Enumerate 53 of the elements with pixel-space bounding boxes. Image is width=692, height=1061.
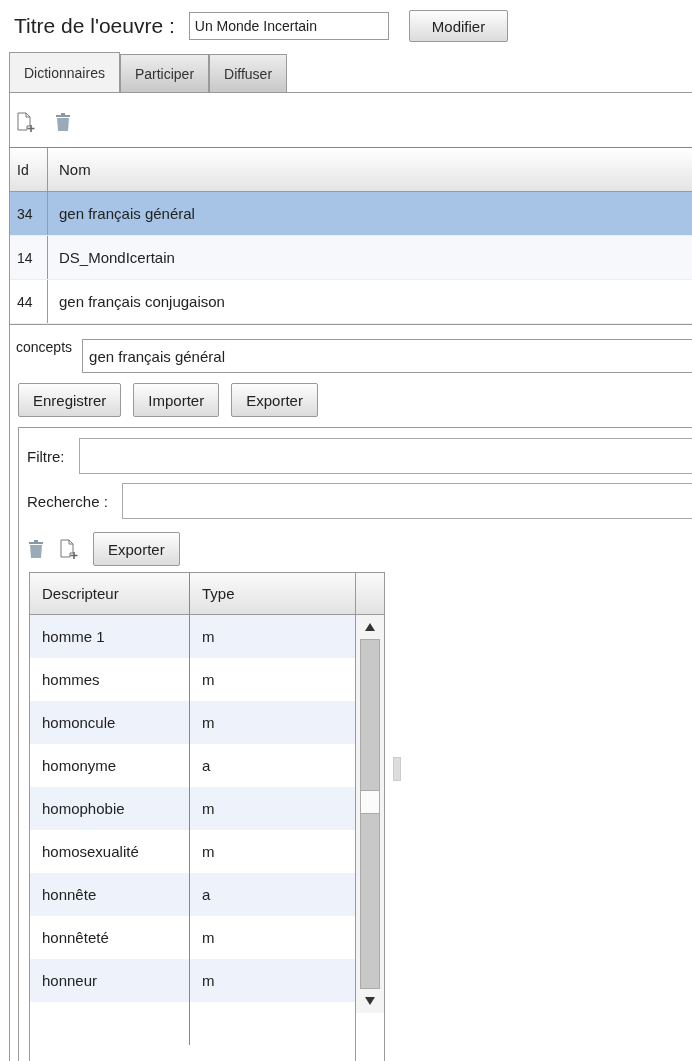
table-cell-text: m: [201, 929, 215, 946]
export-button[interactable]: Exporter: [93, 532, 180, 566]
concepts-label: concepts: [16, 339, 73, 355]
tab[interactable]: Participer: [119, 54, 210, 92]
table-cell-text: m: [201, 714, 215, 731]
column-header[interactable]: Type: [190, 585, 235, 602]
concepts-field[interactable]: gen français général: [82, 339, 692, 373]
filter-label: Filtre:: [27, 447, 65, 465]
action-button[interactable]: Importer: [133, 383, 220, 417]
filter-field[interactable]: [78, 438, 692, 474]
table-cell: 44: [10, 280, 48, 323]
scroll-down-icon[interactable]: [365, 997, 375, 1005]
trash-icon[interactable]: [54, 111, 72, 133]
table-row[interactable]: homoncule m: [30, 701, 355, 744]
table-row[interactable]: honneur m: [30, 959, 355, 1002]
action-button[interactable]: Exporter: [231, 383, 318, 417]
resize-grip-icon[interactable]: [393, 757, 401, 781]
table-row[interactable]: homme 1 m: [30, 615, 355, 658]
search-label: Recherche :: [27, 492, 108, 510]
table-cell-text: m: [201, 671, 215, 688]
table-row[interactable]: 14 DS_MondIcertain: [10, 236, 692, 280]
table-cell: 34: [10, 192, 48, 235]
title-label: Titre de l'oeuvre :: [14, 14, 175, 38]
table-row[interactable]: 34 gen français général: [10, 192, 692, 236]
table-row[interactable]: honnête a: [30, 873, 355, 916]
column-header[interactable]: Id: [10, 148, 48, 191]
table-cell-text: m: [201, 800, 215, 817]
title-field[interactable]: Un Monde Incertain: [188, 12, 389, 40]
scroll-track[interactable]: [360, 639, 380, 989]
scroll-up-icon[interactable]: [365, 623, 375, 631]
table-cell-text: DS_MondIcertain: [58, 249, 175, 266]
new-document-icon[interactable]: [59, 538, 79, 560]
column-header[interactable]: Nom: [48, 161, 91, 178]
table-cell-text: a: [201, 886, 211, 903]
new-document-icon[interactable]: [16, 111, 36, 133]
trash-icon[interactable]: [27, 538, 45, 560]
table-row[interactable]: 44 gen français conjugaison: [10, 280, 692, 324]
column-header[interactable]: Descripteur: [30, 573, 190, 614]
modify-button[interactable]: Modifier: [408, 10, 509, 42]
scrollbar[interactable]: [356, 615, 384, 1013]
search-field[interactable]: [121, 483, 692, 519]
table-cell-text: gen français général: [58, 205, 195, 222]
tab[interactable]: Dictionnaires: [9, 52, 120, 92]
action-button[interactable]: Enregistrer: [18, 383, 122, 417]
table-cell-text: a: [201, 757, 211, 774]
table-cell-text: m: [201, 843, 215, 860]
table-cell-text: m: [201, 972, 215, 989]
table-cell-text: gen français conjugaison: [58, 293, 225, 310]
table-row[interactable]: homophobie m: [30, 787, 355, 830]
table-cell: 14: [10, 236, 48, 279]
scroll-thumb[interactable]: [361, 790, 379, 814]
tab[interactable]: Diffuser: [209, 54, 288, 92]
table-cell-text: m: [201, 628, 215, 645]
